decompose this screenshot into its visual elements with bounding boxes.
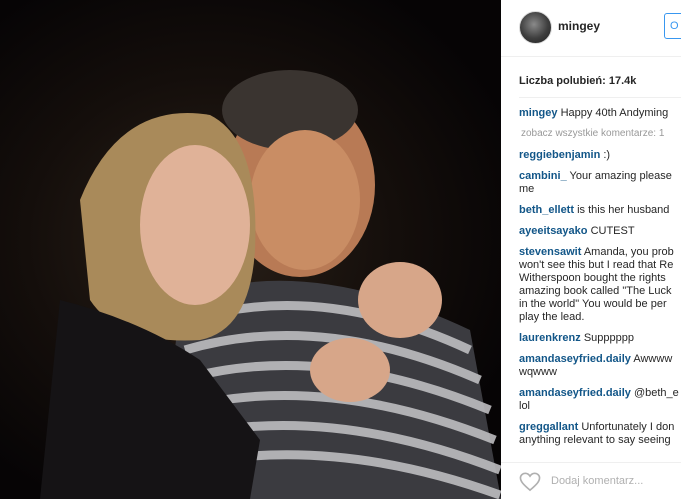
caption: mingey Happy 40th Andyming [519,107,681,120]
photo-illustration [40,70,501,499]
comment-username[interactable]: laurenkrenz [519,332,581,344]
comment-item: cambini_ Your amazing please me [519,170,681,196]
comment-username[interactable]: ayeeitsayako [519,225,588,237]
comment-username[interactable]: reggiebenjamin [519,149,600,161]
add-comment-input[interactable]: Dodaj komentarz... [551,475,643,487]
comment-item: greggallant Unfortunately I don anything… [519,421,681,447]
view-all-comments-link[interactable]: zobacz wszystkie komentarze: 1 [519,128,681,139]
comment-username[interactable]: beth_ellett [519,204,574,216]
comment-item: stevensawit Amanda, you prob won't see t… [519,246,681,324]
comment-item: beth_ellett is this her husband [519,204,681,217]
comment-item: laurenkrenz Supppppp [519,332,681,345]
comment-item: amandaseyfried.daily Awwww wqwww [519,353,681,379]
post-sidebar: mingey O Liczba polubień: 17.4k mingey H… [501,0,681,499]
comment-username[interactable]: cambini_ [519,170,567,182]
comment-username[interactable]: mingey [519,107,558,119]
comment-text: :) [603,149,611,161]
comment-text: is this her husband [577,204,670,216]
comment-text: Supppppp [583,332,634,344]
comment-text: CUTEST [590,225,635,237]
follow-button[interactable]: O [664,13,681,39]
avatar[interactable] [519,11,552,44]
post-photo[interactable] [0,0,501,499]
post-footer: Dodaj komentarz... [501,462,681,499]
comment-item: reggiebenjamin :) [519,149,681,162]
comment-username[interactable]: greggallant [519,421,578,433]
likes-count[interactable]: Liczba polubień: 17.4k [519,75,636,87]
comment-username[interactable]: amandaseyfried.daily [519,353,631,365]
comments-list: mingey Happy 40th Andyming zobacz wszyst… [519,97,681,455]
comment-username[interactable]: amandaseyfried.daily [519,387,631,399]
heart-icon[interactable] [519,472,541,492]
comment-item: ayeeitsayako CUTEST [519,225,681,238]
post-username[interactable]: mingey [558,19,600,33]
post-header: mingey O [501,0,681,57]
comment-username[interactable]: stevensawit [519,246,581,258]
comment-text: Happy 40th Andyming [560,107,669,119]
comment-item: amandaseyfried.daily @beth_e lol [519,387,681,413]
